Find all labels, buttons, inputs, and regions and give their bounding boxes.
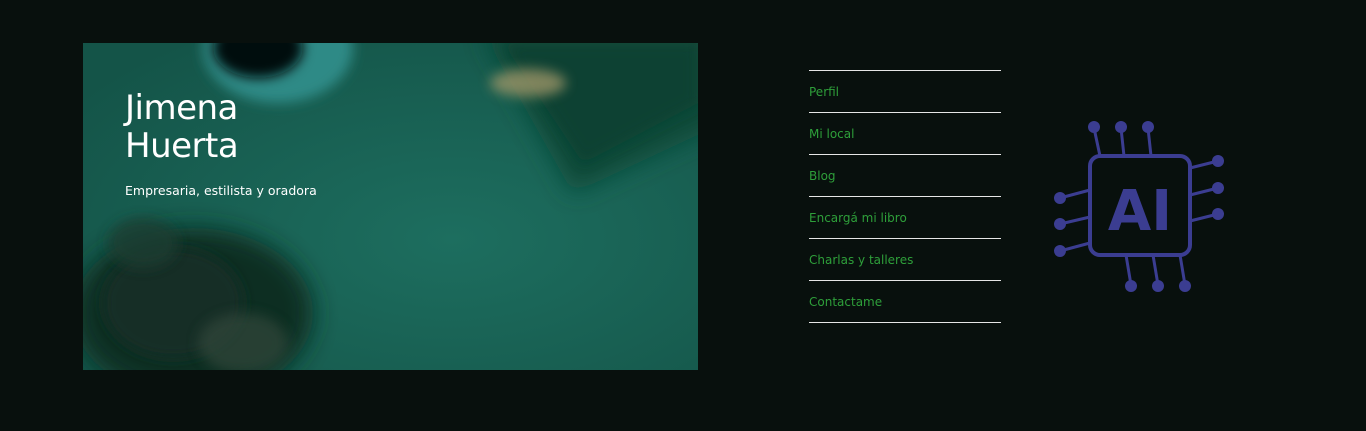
ai-logo-text: AI (1108, 179, 1172, 244)
nav-item-blog: Blog (809, 155, 1001, 197)
ai-chip-icon: AI (1054, 121, 1224, 292)
nav-link-contacto[interactable]: Contactame (809, 295, 882, 309)
nav-link-charlas[interactable]: Charlas y talleres (809, 253, 913, 267)
hero-title-line-1: Jimena (125, 88, 238, 128)
hero-banner: Jimena Huerta Empresaria, estilista y or… (83, 43, 698, 370)
hero-subtitle: Empresaria, estilista y oradora (125, 183, 317, 198)
nav-item-perfil: Perfil (809, 71, 1001, 113)
nav-item-charlas: Charlas y talleres (809, 239, 1001, 281)
hero-title-line-2: Huerta (125, 126, 239, 166)
page: Jimena Huerta Empresaria, estilista y or… (0, 0, 1366, 431)
nav-link-libro[interactable]: Encargá mi libro (809, 211, 907, 225)
nav-link-blog[interactable]: Blog (809, 169, 836, 183)
nav-item-libro: Encargá mi libro (809, 197, 1001, 239)
main-nav: Perfil Mi local Blog Encargá mi libro Ch… (809, 70, 1001, 323)
nav-link-perfil[interactable]: Perfil (809, 85, 839, 99)
hero-title: Jimena Huerta (125, 88, 239, 166)
nav-item-mi-local: Mi local (809, 113, 1001, 155)
nav-link-mi-local[interactable]: Mi local (809, 127, 854, 141)
nav-item-contacto: Contactame (809, 281, 1001, 323)
